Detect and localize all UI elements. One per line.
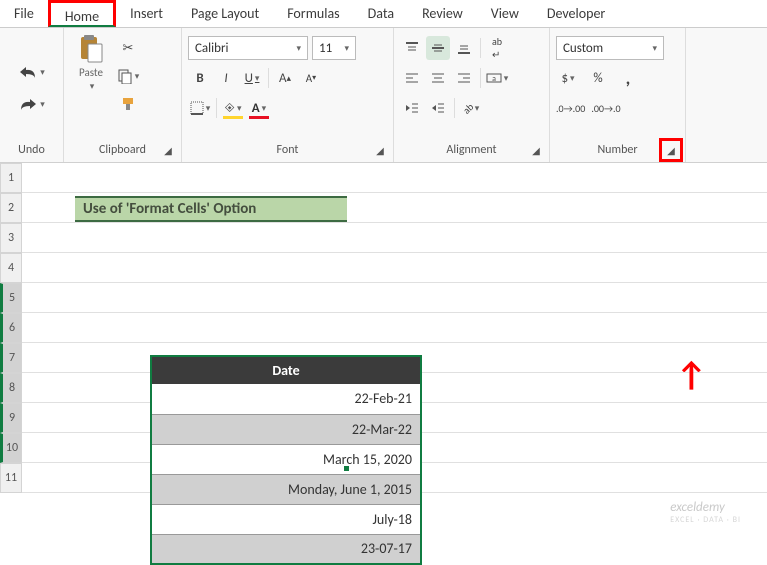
merge-icon: a	[486, 71, 502, 85]
annotation-arrow-icon: ↑	[676, 355, 707, 396]
row-header[interactable]: 1	[0, 163, 22, 193]
row-header[interactable]: 6	[0, 313, 22, 343]
selection-handle[interactable]	[343, 465, 350, 472]
svg-text:a: a	[492, 74, 496, 84]
paintbrush-icon	[120, 96, 136, 112]
font-size-dropdown[interactable]: 11▾	[312, 36, 356, 60]
row-header[interactable]: 11	[0, 463, 22, 493]
date-table: Date 22-Feb-2122-Mar-22March 15, 2020Mon…	[150, 355, 422, 565]
bold-button[interactable]: B	[188, 66, 212, 90]
date-cell[interactable]: March 15, 2020	[151, 444, 421, 474]
row-header[interactable]: 8	[0, 373, 22, 403]
row-header[interactable]: 10	[0, 433, 22, 463]
redo-button[interactable]: ▾	[12, 92, 52, 116]
increase-font-button[interactable]: A▴	[273, 66, 297, 90]
bucket-icon: 🞚	[225, 101, 235, 116]
ribbon: ▾ ▾ Undo Clipboard Paste▾ ✂ ▾ Clipboard ◢	[0, 28, 767, 163]
increase-indent-button[interactable]	[426, 96, 450, 120]
font-color-button[interactable]: A▾	[247, 96, 271, 120]
decrease-indent-button[interactable]	[400, 96, 424, 120]
group-number-label: Number	[597, 143, 637, 157]
accounting-format-button[interactable]: $▾	[556, 66, 580, 90]
wrap-icon: ab↵	[492, 35, 502, 61]
align-top-button[interactable]	[400, 36, 424, 60]
clipboard-launcher[interactable]: ◢	[161, 143, 175, 157]
copy-button[interactable]: ▾	[116, 64, 140, 88]
group-undo-label: Undo	[18, 143, 45, 157]
date-cell[interactable]: 22-Mar-22	[151, 414, 421, 444]
increase-decimal-icon: .0→.00	[556, 102, 585, 115]
worksheet[interactable]: 1234567891011 Use of 'Format Cells' Opti…	[0, 163, 767, 543]
font-name-dropdown[interactable]: Calibri▾	[188, 36, 308, 60]
borders-button[interactable]: ▾	[188, 96, 212, 120]
underline-button[interactable]: U▾	[240, 66, 264, 90]
tab-view[interactable]: View	[477, 0, 533, 27]
format-painter-button[interactable]	[116, 92, 140, 116]
fill-color-button[interactable]: 🞚▾	[221, 96, 245, 120]
group-font-label: Font	[277, 143, 299, 157]
comma-format-button[interactable]: ,	[616, 66, 640, 90]
percent-format-button[interactable]: %	[586, 66, 610, 90]
banner-title: Use of 'Format Cells' Option	[75, 196, 347, 222]
row-header[interactable]: 2	[0, 193, 22, 223]
tab-home[interactable]: Home	[48, 0, 116, 27]
border-icon	[190, 101, 204, 115]
row-header[interactable]: 5	[0, 283, 22, 313]
align-bottom-button[interactable]	[452, 36, 476, 60]
font-launcher[interactable]: ◢	[373, 143, 387, 157]
scissors-icon: ✂	[123, 41, 134, 56]
number-format-dropdown[interactable]: Custom▾	[556, 36, 664, 60]
decrease-decimal-button[interactable]: .00→.0	[591, 96, 620, 120]
group-clipboard-label: Clipboard	[99, 143, 146, 157]
tab-data[interactable]: Data	[354, 0, 408, 27]
clipboard-icon	[78, 34, 104, 64]
tab-page-layout[interactable]: Page Layout	[177, 0, 273, 27]
tab-review[interactable]: Review	[408, 0, 477, 27]
tab-formulas[interactable]: Formulas	[273, 0, 353, 27]
row-header[interactable]: 7	[0, 343, 22, 373]
tab-insert[interactable]: Insert	[116, 0, 177, 27]
wrap-text-button[interactable]: ab↵	[485, 36, 509, 60]
align-middle-button[interactable]	[426, 36, 450, 60]
row-header[interactable]: 4	[0, 253, 22, 283]
decrease-font-button[interactable]: A▾	[299, 66, 323, 90]
orientation-button[interactable]: ab▾	[459, 96, 483, 120]
align-right-button[interactable]	[452, 66, 476, 90]
increase-decimal-button[interactable]: .0→.00	[556, 96, 585, 120]
orientation-icon: ab	[460, 100, 476, 116]
date-cell[interactable]: July-18	[151, 504, 421, 534]
row-header[interactable]: 9	[0, 403, 22, 433]
date-cell[interactable]: Monday, June 1, 2015	[151, 474, 421, 504]
tab-developer[interactable]: Developer	[533, 0, 619, 27]
merge-center-button[interactable]: a▾	[485, 66, 509, 90]
date-cell[interactable]: 23-07-17	[151, 534, 421, 564]
date-header: Date	[151, 356, 421, 384]
italic-button[interactable]: I	[214, 66, 238, 90]
menu-tab-bar: File Home Insert Page Layout Formulas Da…	[0, 0, 767, 28]
cut-button[interactable]: ✂	[116, 36, 140, 60]
align-center-button[interactable]	[426, 66, 450, 90]
undo-button[interactable]: ▾	[12, 60, 52, 84]
row-header[interactable]: 3	[0, 223, 22, 253]
paste-button[interactable]: Clipboard Paste▾	[70, 36, 112, 90]
copy-icon	[117, 68, 133, 84]
group-alignment-label: Alignment	[446, 143, 496, 157]
decrease-decimal-icon: .00→.0	[591, 102, 620, 115]
tab-file[interactable]: File	[0, 0, 48, 27]
number-launcher[interactable]: ◢	[659, 138, 683, 162]
date-cell[interactable]: 22-Feb-21	[151, 384, 421, 414]
alignment-launcher[interactable]: ◢	[529, 143, 543, 157]
watermark: exceldemyEXCEL · DATA · BI	[670, 500, 741, 525]
align-left-button[interactable]	[400, 66, 424, 90]
